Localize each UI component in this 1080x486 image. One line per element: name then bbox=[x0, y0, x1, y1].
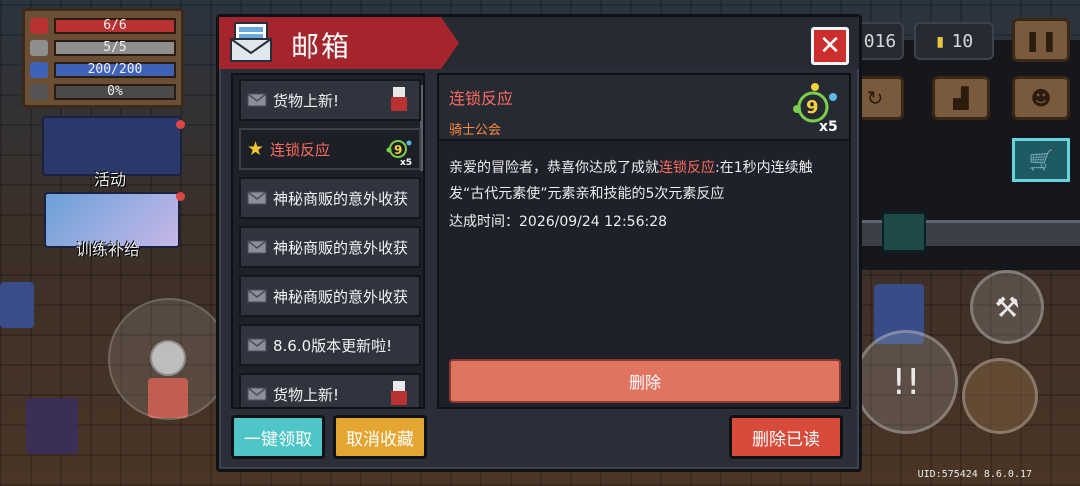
training-notification-dot bbox=[176, 192, 185, 201]
stat-value: 0% bbox=[107, 84, 123, 99]
body-text-highlight: 连锁反应 bbox=[659, 160, 715, 176]
mail-list-item[interactable]: 8.6.0版本更新啦! bbox=[239, 324, 421, 366]
mail-list-item[interactable]: 货物上新! bbox=[239, 79, 421, 121]
stat-bar: 5/5 bbox=[54, 40, 176, 56]
mail-item-label: 神秘商贩的意外收获 bbox=[273, 189, 409, 208]
joystick-thumb[interactable] bbox=[150, 340, 186, 376]
svg-text:x5: x5 bbox=[400, 158, 412, 166]
mail-detail-header: 连锁反应 骑士公会 9 x5 bbox=[439, 75, 849, 141]
stairs-button[interactable]: ▟ bbox=[932, 76, 990, 120]
weapon-switch-button[interactable]: ⚒ bbox=[970, 270, 1044, 344]
merchant-icon bbox=[385, 379, 413, 407]
mail-list-item[interactable]: 神秘商贩的意外收获 bbox=[239, 275, 421, 317]
mail-item-label: 货物上新! bbox=[273, 385, 340, 404]
shop-button[interactable]: 🛒 bbox=[1012, 138, 1070, 182]
shield-icon bbox=[30, 40, 48, 56]
profile-button[interactable]: ☻ bbox=[1012, 76, 1070, 120]
npc-character bbox=[26, 398, 78, 454]
skill-icon bbox=[30, 84, 48, 100]
mail-list-item[interactable]: 货物上新! bbox=[239, 373, 421, 407]
mail-list-item[interactable]: ★ 连锁反应 9 x5 bbox=[239, 128, 421, 170]
mailbox-dialog: 邮箱 ✕ 货物上新! ★ 连锁反应 9 x5 神秘商贩的意外收获 神秘商贩的意外收获 神秘商贩… bbox=[216, 14, 862, 472]
stat-bar: 0% bbox=[54, 84, 176, 100]
mail-list[interactable]: 货物上新! ★ 连锁反应 9 x5 神秘商贩的意外收获 神秘商贩的意外收获 神秘商贩的意外收获… bbox=[231, 73, 425, 409]
coin-counter: ▮ 10 bbox=[914, 22, 994, 60]
achievement-time-value: 2026/09/24 12:56:28 bbox=[519, 214, 668, 230]
achievement-time: 达成时间：2026/09/24 12:56:28 bbox=[449, 211, 667, 231]
refresh-icon: ↻ bbox=[866, 86, 884, 110]
envelope-icon bbox=[247, 387, 267, 401]
coin-count: 10 bbox=[951, 30, 974, 52]
mail-item-label: 神秘商贩的意外收获 bbox=[273, 238, 409, 257]
stairs-icon: ▟ bbox=[953, 86, 969, 110]
close-button[interactable]: ✕ bbox=[811, 27, 849, 65]
stat-row: 5/5 bbox=[30, 37, 176, 59]
stat-bar: 6/6 bbox=[54, 18, 176, 34]
mail-envelope-icon bbox=[230, 22, 272, 62]
svg-text:x5: x5 bbox=[819, 119, 838, 133]
stat-row: 6/6 bbox=[30, 15, 176, 37]
mail-item-label: 货物上新! bbox=[273, 91, 340, 110]
pickaxe-icon: ⚒ bbox=[994, 290, 1020, 324]
mail-detail-panel: 连锁反应 骑士公会 9 x5 亲爱的冒险者，恭喜你达成了成就连锁反应:在1秒内连… bbox=[437, 73, 851, 409]
stat-row: 0% bbox=[30, 81, 176, 103]
energy-icon bbox=[30, 62, 48, 78]
mail-detail-body: 亲爱的冒险者，恭喜你达成了成就连锁反应:在1秒内连续触发“古代元素使”元素亲和技… bbox=[449, 155, 847, 207]
stat-row: 200/200 bbox=[30, 59, 176, 81]
training-supply-label[interactable]: 训练补给 bbox=[76, 236, 140, 260]
stat-value: 200/200 bbox=[87, 62, 143, 77]
treasure-chest bbox=[882, 212, 926, 252]
envelope-icon bbox=[247, 93, 267, 107]
cart-icon: 🛒 bbox=[1028, 148, 1054, 172]
claim-all-button[interactable]: 一键领取 bbox=[231, 415, 325, 459]
unfavorite-button[interactable]: 取消收藏 bbox=[333, 415, 427, 459]
body-text-pre: 亲爱的冒险者，恭喜你达成了成就 bbox=[449, 160, 659, 176]
envelope-icon bbox=[247, 289, 267, 303]
envelope-icon bbox=[247, 240, 267, 254]
chain-reaction-badge-icon: 9 x5 bbox=[385, 134, 413, 168]
achievement-time-label: 达成时间： bbox=[449, 214, 519, 230]
coin-icon: ▮ bbox=[934, 30, 946, 52]
merchant-icon bbox=[385, 85, 413, 117]
stat-value: 6/6 bbox=[103, 18, 127, 33]
gem-counter: 016 bbox=[856, 22, 904, 60]
mail-list-item[interactable]: 神秘商贩的意外收获 bbox=[239, 226, 421, 268]
stat-bar: 200/200 bbox=[54, 62, 176, 78]
attack-button[interactable]: !! bbox=[854, 330, 958, 434]
close-icon: ✕ bbox=[819, 31, 841, 61]
npc-character bbox=[0, 282, 34, 328]
mail-item-label: 连锁反应 bbox=[270, 140, 331, 159]
envelope-icon bbox=[247, 191, 267, 205]
chain-reaction-badge-icon: 9 x5 bbox=[793, 83, 838, 133]
mail-item-label: 神秘商贩的意外收获 bbox=[273, 287, 409, 306]
attack-icon: !! bbox=[891, 361, 921, 403]
svg-text:9: 9 bbox=[394, 143, 402, 157]
mail-detail-sender: 骑士公会 bbox=[449, 123, 502, 138]
stat-value: 5/5 bbox=[103, 40, 127, 55]
delete-mail-button[interactable]: 删除 bbox=[449, 359, 841, 403]
uid-version-label: UID:575424 8.6.0.17 bbox=[917, 469, 1032, 480]
svg-text:9: 9 bbox=[806, 97, 819, 118]
star-icon: ★ bbox=[247, 138, 265, 160]
dialog-title: 邮箱 bbox=[291, 30, 352, 63]
activity-label[interactable]: 活动 bbox=[94, 166, 126, 190]
gem-count: 016 bbox=[863, 30, 897, 52]
activity-notification-dot bbox=[176, 120, 185, 129]
delete-read-button[interactable]: 删除已读 bbox=[729, 415, 843, 459]
mail-detail-title: 连锁反应 bbox=[449, 89, 514, 108]
envelope-icon bbox=[247, 338, 267, 352]
pause-icon: ❚❚ bbox=[1024, 28, 1058, 52]
player-stats-panel: 6/6 5/5 200/200 0% bbox=[22, 8, 184, 108]
profile-icon: ☻ bbox=[1030, 86, 1052, 110]
pause-button[interactable]: ❚❚ bbox=[1012, 18, 1070, 62]
mail-list-item[interactable]: 神秘商贩的意外收获 bbox=[239, 177, 421, 219]
mail-item-label: 8.6.0版本更新啦! bbox=[273, 336, 393, 355]
heart-icon bbox=[30, 18, 48, 34]
skill-button[interactable] bbox=[962, 358, 1038, 434]
